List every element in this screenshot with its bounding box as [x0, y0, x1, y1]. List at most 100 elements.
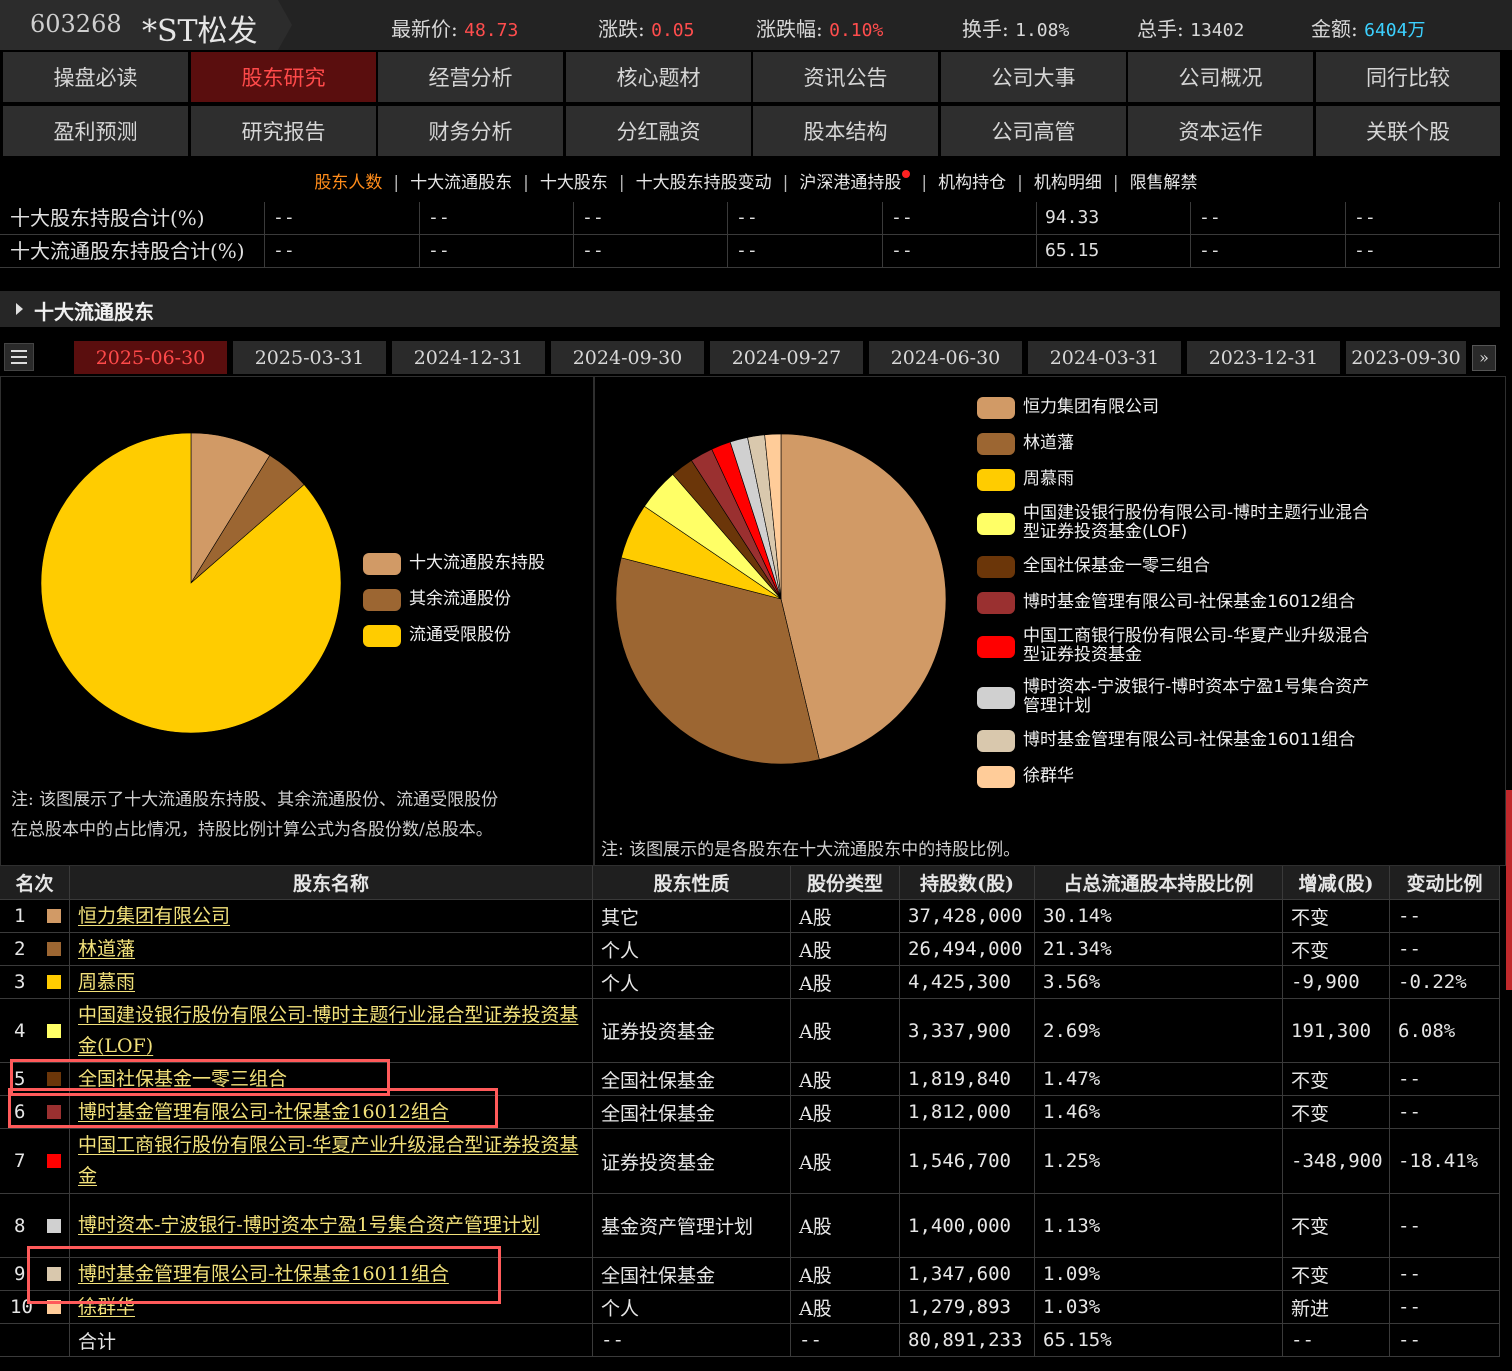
- table-header-cell: 持股数(股): [900, 866, 1035, 900]
- color-square-icon: [47, 1023, 61, 1038]
- subnav-item[interactable]: 十大股东: [540, 168, 608, 193]
- legend-label-line: 周慕雨: [1023, 469, 1074, 489]
- share-type-cell: A股: [791, 966, 900, 999]
- holder-name-cell: 周慕雨: [70, 966, 593, 999]
- holder-name-link[interactable]: 中国建设银行股份有限公司-博时主题行业混合型证券投资基金(LOF): [78, 1000, 592, 1062]
- summary-cell: --: [1191, 202, 1346, 235]
- new-dot-icon: [902, 170, 911, 178]
- color-square-icon: [47, 975, 61, 989]
- table-header-cell: 股份类型: [791, 866, 900, 900]
- holder-nature-cell: 证券投资基金: [593, 1129, 791, 1194]
- legend-swatch: [977, 556, 1015, 578]
- subnav-item[interactable]: 机构明细: [1034, 168, 1102, 193]
- date-tab[interactable]: 2025-06-30: [74, 341, 227, 374]
- quote-stat: 总手: 13402: [1137, 13, 1244, 42]
- nav-button[interactable]: 资讯公告: [753, 52, 938, 102]
- date-tab[interactable]: 2024-12-31: [392, 341, 545, 374]
- pie-chart-circulation: [40, 432, 342, 734]
- summary-cell: --: [1191, 235, 1346, 268]
- date-tab[interactable]: 2024-03-31: [1028, 341, 1181, 374]
- chart-note-left: 注: 该图展示了十大流通股东持股、其余流通股份、流通受限股份 在总股本中的占比情…: [11, 785, 498, 845]
- quote-stat: 换手: 1.08%: [962, 13, 1069, 42]
- legend-label: 十大流通股东持股: [409, 553, 545, 573]
- color-square-icon: [47, 1154, 61, 1168]
- date-tab[interactable]: 2024-06-30: [869, 341, 1022, 374]
- legend-swatch: [977, 433, 1015, 455]
- nav-button[interactable]: 股东研究: [191, 52, 376, 102]
- nav-button[interactable]: 财务分析: [378, 106, 563, 156]
- nav-button[interactable]: 股本结构: [753, 106, 938, 156]
- ratio-cell: 1.46%: [1035, 1096, 1283, 1129]
- legend-item: 全国社保基金一零三组合: [977, 556, 1397, 596]
- legend-label-line: 型证券投资基金(LOF): [1023, 522, 1188, 542]
- nav-button[interactable]: 资本运作: [1128, 106, 1313, 156]
- nav-button[interactable]: 操盘必读: [3, 52, 188, 102]
- nav-button[interactable]: 经营分析: [378, 52, 563, 102]
- nav-button[interactable]: 公司大事: [941, 52, 1126, 102]
- subnav-item[interactable]: 十大股东持股变动: [636, 168, 772, 193]
- ratio-cell: 2.69%: [1035, 999, 1283, 1063]
- legend-label: 流通受限股份: [409, 625, 511, 645]
- quote-stat-label: 涨跌幅:: [756, 17, 830, 41]
- color-square-icon: [47, 942, 61, 956]
- holder-name-link[interactable]: 博时资本-宁波银行-博时资本宁盈1号集合资产管理计划: [78, 1210, 540, 1241]
- section-title: 十大流通股东: [34, 300, 154, 324]
- scrollbar[interactable]: [1506, 790, 1512, 990]
- legend-label: 博时基金管理有限公司-社保基金16012组合: [1023, 593, 1355, 612]
- nav-button[interactable]: 盈利预测: [3, 106, 188, 156]
- date-tab[interactable]: 2025-03-31: [233, 341, 386, 374]
- subnav-item[interactable]: 十大流通股东: [410, 168, 512, 193]
- change-ratio-cell: --: [1390, 1194, 1500, 1258]
- rank-cell: 2: [0, 933, 70, 966]
- date-tab[interactable]: 2024-09-30: [551, 341, 704, 374]
- change-cell: 不变: [1283, 1063, 1390, 1096]
- change-cell: 不变: [1283, 933, 1390, 966]
- nav-button[interactable]: 公司高管: [941, 106, 1126, 156]
- total-shares-cell: 80,891,233: [900, 1324, 1035, 1357]
- holder-nature-cell: 全国社保基金: [593, 1063, 791, 1096]
- shares-cell: 1,819,840: [900, 1063, 1035, 1096]
- holder-name-cell: 林道藩: [70, 933, 593, 966]
- shares-cell: 1,279,893: [900, 1291, 1035, 1324]
- highlight-box-row9: [27, 1246, 501, 1304]
- date-tab[interactable]: 2024-09-27: [710, 341, 863, 374]
- nav-button[interactable]: 关联个股: [1316, 106, 1500, 156]
- list-menu-icon[interactable]: [4, 343, 34, 371]
- nav-button[interactable]: 公司概况: [1128, 52, 1313, 102]
- holder-name-link[interactable]: 中国工商银行股份有限公司-华夏产业升级混合型证券投资基金: [78, 1130, 592, 1192]
- holder-name-link[interactable]: 周慕雨: [78, 967, 135, 998]
- ratio-cell: 1.03%: [1035, 1291, 1283, 1324]
- subnav-item[interactable]: 沪深港通持股: [799, 168, 901, 193]
- subnav-item[interactable]: 股东人数: [314, 168, 382, 193]
- legend-swatch: [363, 589, 401, 611]
- legend-label-line: 林道藩: [1023, 433, 1074, 453]
- nav-button[interactable]: 核心题材: [566, 52, 751, 102]
- subnav-separator: |: [523, 173, 529, 193]
- nav-button[interactable]: 同行比较: [1316, 52, 1500, 102]
- holder-name-link[interactable]: 林道藩: [78, 934, 135, 965]
- subnav-item[interactable]: 限售解禁: [1130, 168, 1198, 193]
- rank-number: 4: [14, 1019, 26, 1042]
- stock-code: 603268: [30, 10, 122, 38]
- date-tab[interactable]: 2023-09-30: [1346, 341, 1466, 374]
- holder-name-link[interactable]: 恒力集团有限公司: [78, 901, 230, 932]
- shares-cell: 1,347,600: [900, 1258, 1035, 1291]
- next-arrow-icon[interactable]: »: [1472, 345, 1496, 371]
- summary-cell: 94.33: [1037, 202, 1191, 235]
- sub-nav: 股东人数 | 十大流通股东 | 十大股东 | 十大股东持股变动 | 沪深港通持股 | 机构持仓 | 机构…: [0, 168, 1512, 200]
- legend-item: 流通受限股份: [363, 625, 583, 649]
- nav-button[interactable]: 分红融资: [566, 106, 751, 156]
- quote-stat-value: 6404万: [1364, 20, 1426, 41]
- legend-label: 中国建设银行股份有限公司-博时主题行业混合 型证券投资基金(LOF): [1023, 504, 1369, 542]
- rank-cell: 1: [0, 900, 70, 933]
- subnav-item[interactable]: 机构持仓: [938, 168, 1006, 193]
- rank-cell: 7: [0, 1129, 70, 1194]
- quote-stat-label: 涨跌:: [598, 17, 652, 41]
- legend-label-line: 全国社保基金一零三组合: [1023, 556, 1210, 576]
- nav-button[interactable]: 研究报告: [191, 106, 376, 156]
- stock-identity: 603268 *ST松发: [0, 0, 292, 50]
- collapse-triangle-icon: [16, 303, 23, 315]
- summary-cell: --: [883, 202, 1037, 235]
- date-tab[interactable]: 2023-12-31: [1187, 341, 1340, 374]
- section-header[interactable]: 十大流通股东: [0, 291, 1500, 327]
